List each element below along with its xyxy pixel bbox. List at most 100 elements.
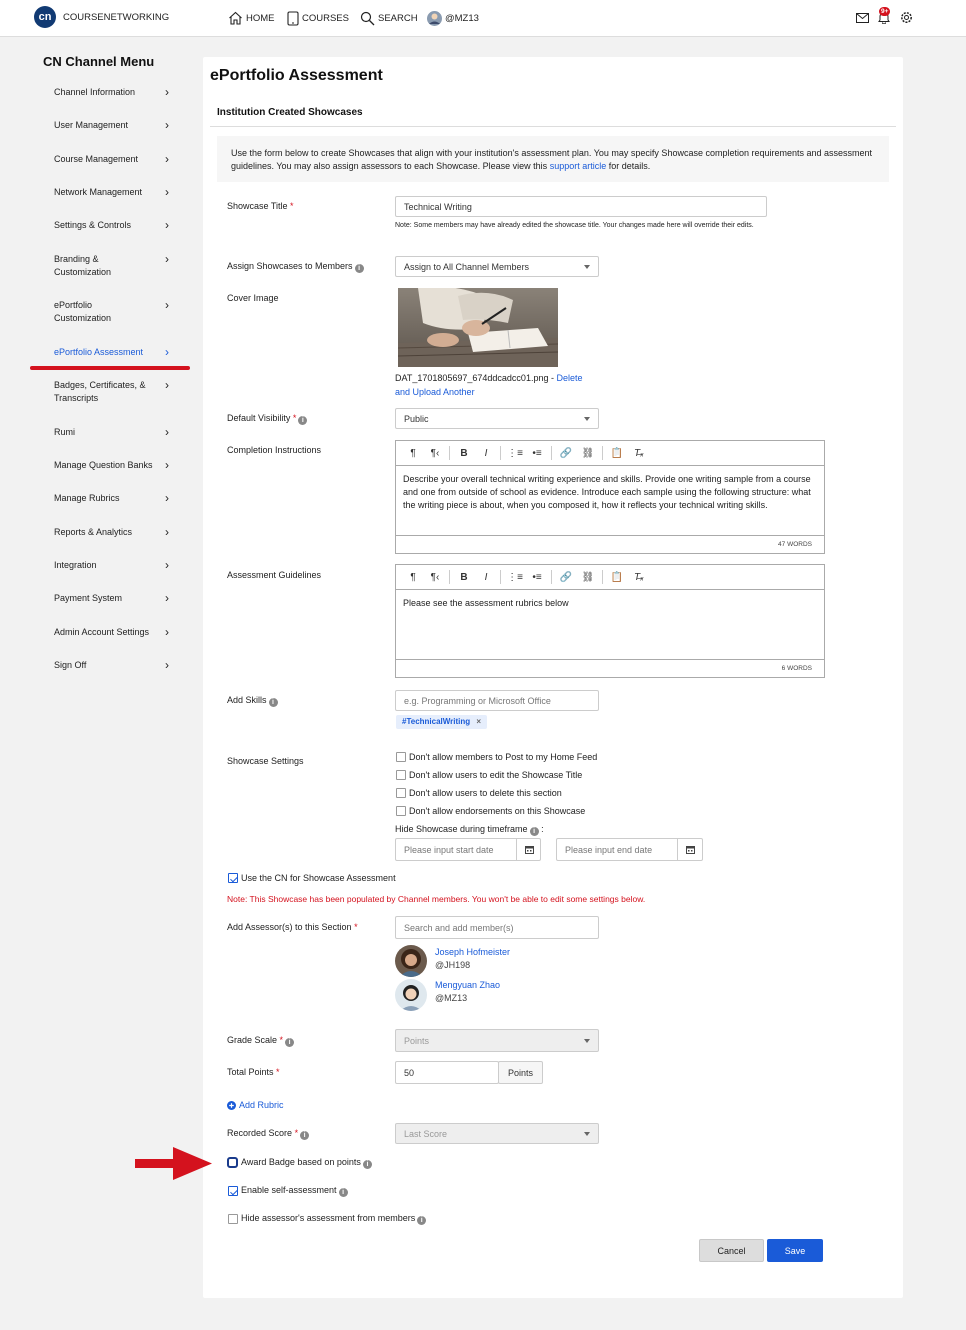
info-icon[interactable]: i <box>268 698 278 707</box>
info-icon[interactable]: i <box>285 1038 295 1047</box>
caret-down-icon <box>584 416 590 421</box>
sidebar-item-label: Integration <box>54 560 97 570</box>
option-checkbox[interactable] <box>396 806 406 816</box>
cancel-button[interactable]: Cancel <box>699 1239 764 1262</box>
info-icon[interactable]: i <box>298 416 308 425</box>
link-icon[interactable]: 🔗 <box>555 448 577 459</box>
sidebar-title: CN Channel Menu <box>43 54 155 69</box>
sidebar-item-sign-off[interactable]: Sign Off › <box>54 659 169 672</box>
showcase-title-input[interactable]: Technical Writing <box>395 196 767 217</box>
calendar-icon[interactable] <box>677 838 703 861</box>
info-icon[interactable]: i <box>417 1216 427 1225</box>
paste-icon[interactable]: 📋 <box>606 448 628 459</box>
sidebar-item-eportfolio-customization[interactable]: ePortfolio Customization › <box>54 299 169 325</box>
save-button[interactable]: Save <box>767 1239 823 1262</box>
sidebar-item-course-management[interactable]: Course Management › <box>54 153 169 166</box>
sidebar-item-channel-information[interactable]: Channel Information › <box>54 86 169 99</box>
rtl-icon[interactable]: ¶‹ <box>424 572 446 583</box>
label-text: Grade Scale <box>227 1035 278 1045</box>
info-icon[interactable]: i <box>338 1188 348 1197</box>
brand-name[interactable]: COURSENETWORKING <box>63 12 169 23</box>
chevron-right-icon: › <box>165 378 169 392</box>
unlink-icon[interactable]: ⛓ <box>577 572 599 583</box>
assign-select[interactable]: Assign to All Channel Members <box>395 256 599 277</box>
guidelines-text[interactable]: Please see the assessment rubrics below <box>396 590 824 617</box>
clear-format-icon[interactable]: T̶ₓ <box>628 572 650 583</box>
sidebar-item-integration[interactable]: Integration › <box>54 559 169 572</box>
mail-icon[interactable] <box>856 13 869 23</box>
nav-profile[interactable]: @MZ13 <box>427 10 479 26</box>
award-badge-checkbox[interactable] <box>227 1157 238 1168</box>
info-icon[interactable]: i <box>362 1160 372 1169</box>
avatar[interactable] <box>395 979 427 1011</box>
clear-format-icon[interactable]: T̶ₓ <box>628 448 650 459</box>
paste-icon[interactable]: 📋 <box>606 572 628 583</box>
option-checkbox[interactable] <box>396 752 406 762</box>
sidebar-item-badges-certificates[interactable]: Badges, Certificates, & Transcripts › <box>54 379 169 405</box>
skills-input[interactable]: e.g. Programming or Microsoft Office <box>395 690 599 711</box>
link-icon[interactable]: 🔗 <box>555 572 577 583</box>
chevron-right-icon: › <box>165 252 169 266</box>
ltr-icon[interactable]: ¶ <box>402 572 424 583</box>
required-mark: * <box>292 413 297 423</box>
sidebar-item-eportfolio-assessment[interactable]: ePortfolio Assessment › <box>54 346 169 359</box>
add-rubric-link[interactable]: Add Rubric <box>227 1100 284 1110</box>
total-points-label: Total Points * <box>227 1067 280 1077</box>
info-icon[interactable]: i <box>354 264 364 273</box>
option-checkbox[interactable] <box>396 788 406 798</box>
use-cn-checkbox[interactable] <box>228 873 238 883</box>
gear-icon[interactable] <box>900 11 913 24</box>
assessor-search-input[interactable]: Search and add member(s) <box>395 916 599 939</box>
info-icon[interactable]: i <box>300 1131 310 1140</box>
numbered-list-icon[interactable]: ⋮≡ <box>504 448 526 459</box>
sidebar-item-label: Manage Rubrics <box>54 493 120 503</box>
total-points-input[interactable]: 50 <box>395 1061 499 1084</box>
hide-assessor-checkbox[interactable] <box>228 1214 238 1224</box>
option-checkbox[interactable] <box>396 770 406 780</box>
required-mark: * <box>294 1128 299 1138</box>
intro-box: Use the form below to create Showcases t… <box>217 136 889 182</box>
nav-home[interactable]: HOME <box>228 11 275 25</box>
editor-toolbar: ¶ ¶‹ BI ⋮≡ •≡ 🔗 ⛓ 📋 T̶ₓ <box>396 565 824 590</box>
italic-icon[interactable]: I <box>475 572 497 583</box>
italic-icon[interactable]: I <box>475 448 497 459</box>
guidelines-editor[interactable]: ¶ ¶‹ BI ⋮≡ •≡ 🔗 ⛓ 📋 T̶ₓ Please see the asses… <box>395 564 825 678</box>
sidebar-item-admin-account-settings[interactable]: Admin Account Settings › <box>54 626 169 639</box>
avatar[interactable] <box>395 945 427 977</box>
grade-scale-select[interactable]: Points <box>395 1029 599 1052</box>
close-icon[interactable]: × <box>476 717 481 726</box>
assessor-name[interactable]: Mengyuan Zhao <box>435 980 500 990</box>
self-assessment-checkbox[interactable] <box>228 1186 238 1196</box>
nav-search[interactable]: SEARCH <box>360 11 418 25</box>
visibility-select[interactable]: Public <box>395 408 599 429</box>
sidebar-item-manage-rubrics[interactable]: Manage Rubrics › <box>54 492 169 505</box>
sidebar-item-manage-question-banks[interactable]: Manage Question Banks › <box>54 459 169 472</box>
nav-courses[interactable]: COURSES <box>287 10 349 26</box>
numbered-list-icon[interactable]: ⋮≡ <box>504 572 526 583</box>
upload-another-link[interactable]: and Upload Another <box>395 387 475 397</box>
calendar-icon[interactable] <box>516 838 541 861</box>
completion-editor[interactable]: ¶ ¶‹ BI ⋮≡ •≡ 🔗 ⛓ 📋 T̶ₓ Describe your overal… <box>395 440 825 554</box>
unlink-icon[interactable]: ⛓ <box>577 448 599 459</box>
completion-text[interactable]: Describe your overall technical writing … <box>396 466 824 519</box>
recorded-score-select[interactable]: Last Score <box>395 1123 599 1144</box>
sidebar-item-user-management[interactable]: User Management › <box>54 119 169 132</box>
ltr-icon[interactable]: ¶ <box>402 448 424 459</box>
bullet-list-icon[interactable]: •≡ <box>526 448 548 459</box>
support-article-link[interactable]: support article <box>550 161 607 171</box>
bullet-list-icon[interactable]: •≡ <box>526 572 548 583</box>
sidebar-item-rumi[interactable]: Rumi › <box>54 426 169 439</box>
assessor-name[interactable]: Joseph Hofmeister <box>435 947 510 957</box>
sidebar-item-branding-customization[interactable]: Branding & Customization › <box>54 253 169 279</box>
rtl-icon[interactable]: ¶‹ <box>424 448 446 459</box>
info-icon[interactable]: i <box>529 827 539 836</box>
bold-icon[interactable]: B <box>453 448 475 459</box>
logo[interactable]: cn <box>34 6 56 28</box>
bold-icon[interactable]: B <box>453 572 475 583</box>
sidebar-item-payment-system[interactable]: Payment System › <box>54 592 169 605</box>
sidebar-item-settings-controls[interactable]: Settings & Controls › <box>54 219 169 232</box>
sidebar-item-network-management[interactable]: Network Management › <box>54 186 169 199</box>
sidebar-item-reports-analytics[interactable]: Reports & Analytics › <box>54 526 169 539</box>
delete-link[interactable]: Delete <box>556 373 582 383</box>
assign-label: Assign Showcases to Members i <box>227 261 364 273</box>
